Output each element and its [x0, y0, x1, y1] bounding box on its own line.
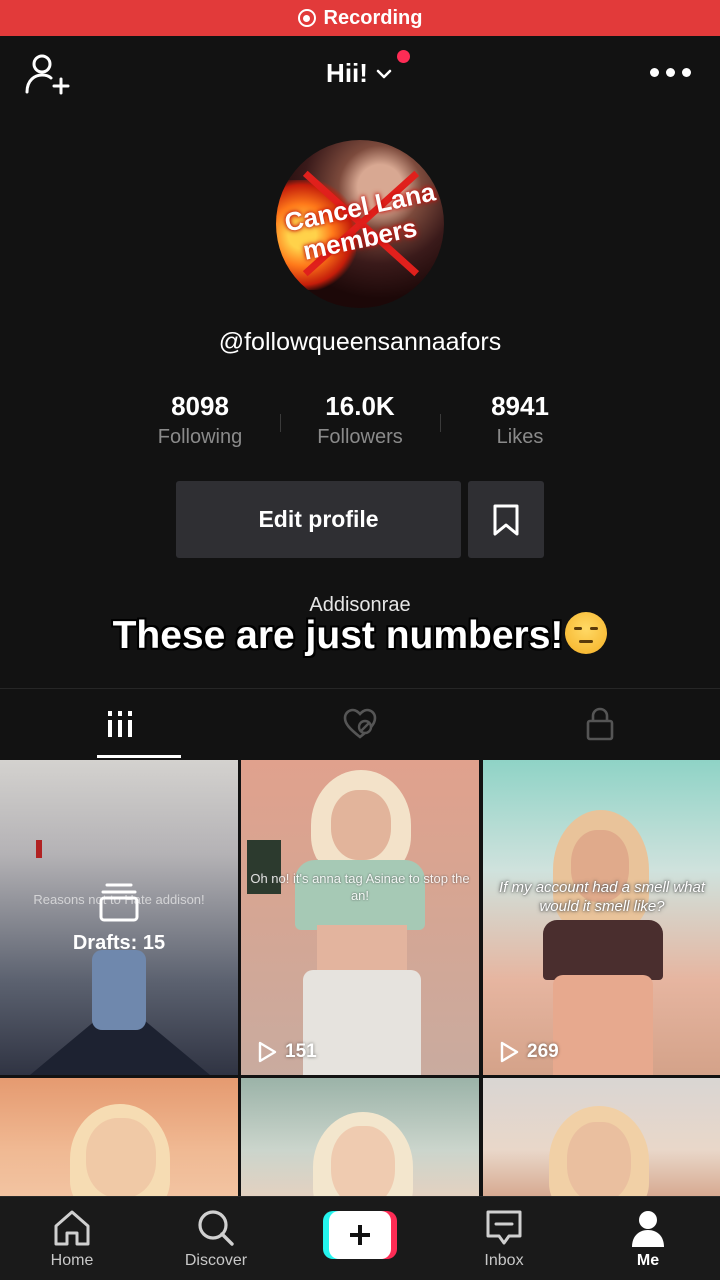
favorites-button[interactable] — [468, 481, 544, 558]
recording-bar[interactable]: Recording — [0, 0, 720, 36]
plus-icon — [350, 1225, 370, 1245]
nav-label: Home — [50, 1252, 94, 1269]
tab-videos[interactable] — [0, 689, 240, 759]
inbox-icon — [486, 1210, 522, 1245]
play-icon — [500, 1041, 519, 1063]
drafts-tile[interactable]: Reasons not to Hate addison! Drafts: 15 — [0, 760, 238, 1075]
stat-following[interactable]: 8098 Following — [120, 390, 280, 460]
nav-label: Me — [636, 1252, 660, 1269]
video-tile[interactable] — [0, 1078, 238, 1196]
view-count-value: 269 — [527, 1041, 559, 1062]
edit-profile-button[interactable]: Edit profile — [176, 481, 461, 558]
nav-label: Discover — [184, 1252, 248, 1269]
video-caption: Oh no! it's anna tag Asinae to stop the … — [250, 871, 470, 903]
lock-icon — [586, 707, 614, 741]
nav-label: Inbox — [484, 1252, 524, 1269]
tab-liked[interactable] — [240, 689, 480, 759]
view-count-value: 151 — [285, 1041, 317, 1062]
play-icon — [258, 1041, 277, 1063]
drafts-label: Drafts: 15 — [72, 932, 166, 954]
home-icon — [54, 1210, 90, 1246]
video-overlay-caption: These are just numbers! — [0, 612, 720, 658]
avatar[interactable]: Cancel Lana members — [276, 140, 444, 308]
account-switcher[interactable]: Hii! — [0, 58, 720, 89]
view-count: 151 — [257, 1041, 317, 1063]
create-button[interactable] — [323, 1211, 397, 1259]
nav-me[interactable]: Me — [576, 1197, 720, 1280]
video-tile[interactable]: If my account had a smell what would it … — [483, 760, 720, 1075]
bottom-nav: Home Discover Inbox Me — [0, 1196, 720, 1280]
top-bar: Hii! — [0, 36, 720, 110]
video-tile[interactable] — [241, 1078, 479, 1196]
profile-icon — [632, 1211, 664, 1247]
search-icon — [198, 1210, 234, 1246]
chevron-down-icon — [376, 69, 392, 78]
stat-value: 8098 — [171, 391, 229, 421]
tab-private[interactable] — [480, 689, 720, 759]
more-options-icon[interactable] — [650, 64, 692, 80]
video-tile[interactable] — [483, 1078, 720, 1196]
recording-label: Recording — [323, 6, 423, 29]
stat-value: 16.0K — [325, 391, 395, 421]
unamused-face-emoji — [565, 612, 608, 654]
record-icon — [297, 9, 316, 27]
profile-stats: 8098 Following 16.0K Followers 8941 Like… — [120, 390, 600, 460]
bookmark-icon — [493, 504, 519, 535]
video-grid: Reasons not to Hate addison! Drafts: 15 … — [0, 760, 720, 1196]
stat-label: Following — [157, 426, 243, 448]
stat-label: Followers — [317, 426, 403, 448]
nav-inbox[interactable]: Inbox — [432, 1197, 576, 1280]
video-caption: If my account had a smell what would it … — [499, 879, 705, 915]
liked-heart-icon — [343, 708, 377, 739]
nav-home[interactable]: Home — [0, 1197, 144, 1280]
username: @followqueensannaafors — [218, 328, 502, 356]
grid-icon — [108, 711, 132, 737]
nav-discover[interactable]: Discover — [144, 1197, 288, 1280]
drafts-icon — [99, 883, 139, 922]
profile-tabs — [0, 689, 720, 759]
stat-label: Likes — [496, 426, 544, 448]
video-tile[interactable]: Oh no! it's anna tag Asinae to stop the … — [241, 760, 479, 1075]
stat-followers[interactable]: 16.0K Followers — [280, 390, 440, 460]
view-count: 269 — [499, 1041, 559, 1063]
notification-dot — [397, 50, 410, 63]
overlay-caption-text: These are just numbers! — [112, 614, 564, 657]
account-title: Hii! — [326, 58, 368, 88]
stat-likes[interactable]: 8941 Likes — [440, 390, 600, 460]
stat-value: 8941 — [491, 391, 549, 421]
nav-create[interactable] — [288, 1197, 432, 1280]
